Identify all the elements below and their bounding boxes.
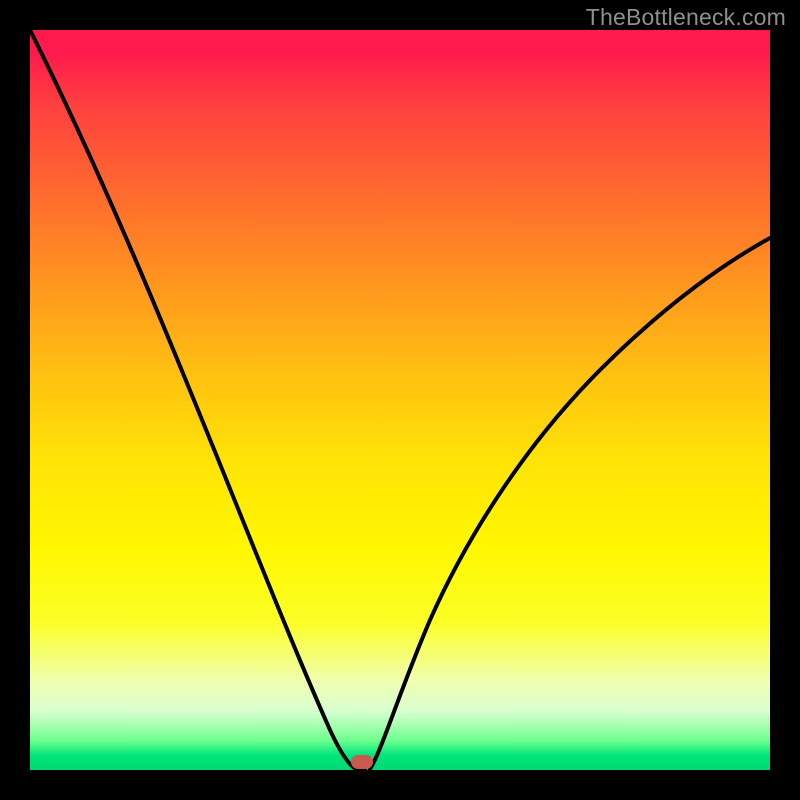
bottleneck-curve — [30, 30, 770, 770]
curve-right-branch — [370, 238, 770, 769]
curve-left-branch — [30, 30, 365, 769]
plot-area — [30, 30, 770, 770]
bottleneck-marker — [351, 755, 373, 769]
chart-frame: TheBottleneck.com — [0, 0, 800, 800]
watermark-text: TheBottleneck.com — [586, 4, 786, 31]
